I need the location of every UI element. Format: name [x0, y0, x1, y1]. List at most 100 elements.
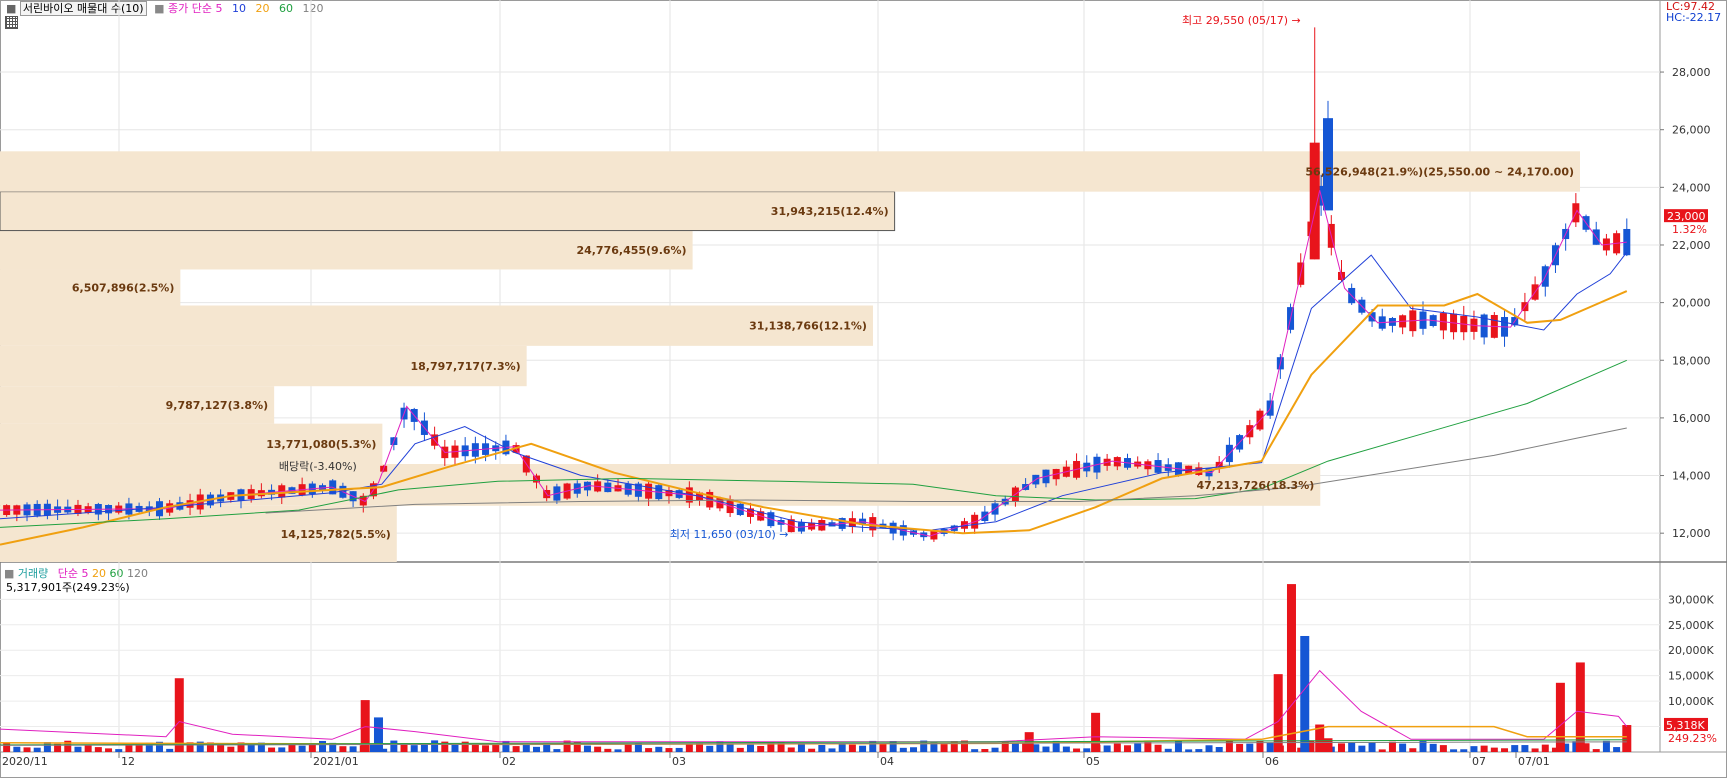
x-tick-label: 05 [1086, 755, 1100, 768]
volume-bar [23, 747, 31, 752]
volume-bar [1541, 744, 1549, 752]
volume-bar [1205, 745, 1213, 752]
volume-bar [645, 748, 653, 752]
volume-bar [1337, 743, 1345, 752]
volume-bar [390, 740, 398, 752]
volume-bar [1124, 745, 1132, 752]
volume-bar [174, 678, 184, 752]
volume-bar [706, 745, 714, 752]
x-tick-label: 2020/11 [2, 755, 48, 768]
volume-bar [1388, 741, 1396, 752]
annotation-exdividend: 배당락(-3.40%) [279, 460, 357, 473]
volume-bar [1470, 746, 1478, 752]
volume-bar [431, 740, 439, 752]
current-price-label: 23,000 [1667, 210, 1706, 223]
volume-bar [1091, 712, 1101, 752]
volume-tick-label: 15,000K [1668, 670, 1714, 683]
volume-profile-label: 6,507,896(2.5%) [72, 281, 175, 294]
volume-bar [533, 746, 541, 752]
volume-bar [74, 746, 82, 752]
x-tick-label: 12 [121, 755, 135, 768]
volume-bar [1286, 584, 1296, 752]
annotation-low: 최저 11,650 (03/10) → [670, 528, 789, 541]
volume-bar [84, 745, 92, 752]
volume-bar [373, 717, 383, 752]
volume-bar [1409, 748, 1417, 752]
volume-bar [502, 740, 510, 752]
volume-bar [991, 747, 999, 752]
price-tick-label: 20,000 [1672, 297, 1711, 310]
volume-profile-label: 9,787,127(3.8%) [166, 399, 269, 412]
volume-bar [1460, 749, 1468, 752]
volume-bar [1062, 746, 1070, 752]
volume-tick-label: 10,000K [1668, 695, 1714, 708]
volume-bar [899, 747, 907, 752]
price-tick-label: 18,000 [1672, 354, 1711, 367]
volume-profile-band [0, 305, 873, 346]
volume-bar [1273, 674, 1283, 752]
volume-bar [1358, 745, 1366, 752]
volume-bar [420, 744, 428, 752]
volume-bar [512, 746, 520, 752]
volume-bar [115, 749, 123, 752]
volume-profile-label: 47,213,726(18.3%) [1196, 479, 1314, 492]
volume-bar [1083, 748, 1091, 752]
volume-bar [736, 747, 744, 752]
x-tick-label: 04 [880, 755, 894, 768]
volume-bar [1399, 743, 1407, 752]
volume-bar [746, 744, 754, 752]
volume-profile-label: 24,776,455(9.6%) [576, 244, 686, 257]
current-change-label: 1.32% [1672, 223, 1707, 236]
volume-bar [33, 747, 41, 752]
volume-bar [1103, 745, 1111, 752]
volume-bar [166, 748, 174, 752]
volume-bar [288, 744, 296, 752]
volume-bar [1490, 747, 1498, 752]
volume-bar [1501, 748, 1509, 752]
volume-bar [1073, 748, 1081, 752]
volume-profile-label: 31,138,766(12.1%) [749, 320, 867, 333]
chart-canvas: 12,000 14,000 16,000 18,000 20,000 22,000 24,0… [0, 0, 1727, 778]
volume-bar [1480, 745, 1488, 752]
volume-bar [614, 749, 622, 752]
volume-bar [848, 744, 856, 752]
x-tick-label: 2021/01 [313, 755, 359, 768]
current-volume-label: 5,318K [1666, 719, 1705, 732]
volume-bar [349, 746, 357, 752]
volume-bar [1531, 748, 1539, 752]
volume-bar [227, 746, 235, 752]
volume-bar [1300, 635, 1310, 752]
volume-tick-label: 30,000K [1668, 593, 1714, 606]
volume-bar [13, 746, 21, 752]
volume-bar [655, 746, 663, 752]
volume-bar [1348, 742, 1356, 752]
volume-bar [583, 745, 591, 752]
price-tick-label: 28,000 [1672, 66, 1711, 79]
volume-bar [1134, 743, 1142, 752]
volume-bar [828, 748, 836, 752]
volume-bar [1429, 743, 1437, 752]
volume-bar [1602, 740, 1610, 752]
x-tick-label: 07/01 [1518, 755, 1550, 768]
volume-bar [1592, 749, 1600, 752]
volume-bar [838, 743, 846, 752]
volume-profile-label: 13,771,080(5.3%) [266, 438, 376, 451]
volume-ma-line-5 [0, 669, 1628, 743]
volume-bar [563, 740, 571, 752]
volume-bar [1113, 743, 1121, 752]
volume-bar [1378, 749, 1386, 752]
volume-bar [1575, 662, 1585, 752]
price-tick-label: 14,000 [1672, 470, 1711, 483]
volume-bar [971, 749, 979, 752]
volume-profile-label: 56,526,948(21.9%)(25,550.00 ~ 24,170.00) [1305, 165, 1574, 178]
x-tick-label: 07 [1472, 755, 1486, 768]
volume-bar [105, 748, 113, 752]
current-volume-ratio: 249.23% [1668, 732, 1717, 745]
volume-bar [859, 745, 867, 752]
volume-bar [1266, 742, 1274, 752]
volume-bar [1439, 745, 1447, 752]
volume-bar [268, 747, 276, 752]
volume-bar [1144, 742, 1152, 752]
volume-bar [492, 744, 500, 752]
volume-bar [1236, 743, 1244, 752]
